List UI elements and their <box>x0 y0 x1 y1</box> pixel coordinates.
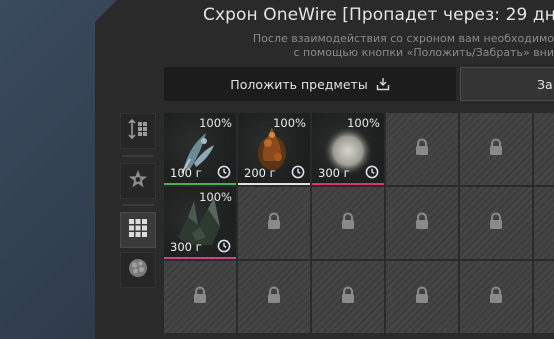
game-screen: Схрон OneWire [Пропадет через: 29 дн. По… <box>0 0 554 339</box>
lock-icon <box>414 286 430 308</box>
clock-icon <box>365 165 379 179</box>
lock-icon <box>266 212 282 234</box>
locked-slot <box>460 261 532 333</box>
clock-icon <box>291 165 305 179</box>
item-slot[interactable]: 100% 200 г <box>238 113 310 185</box>
clock-icon <box>217 239 231 253</box>
locked-slot <box>460 113 532 185</box>
take-items-label: За <box>537 76 553 92</box>
locked-slot <box>386 113 458 185</box>
stash-note-line-1: После взаимодействия со схроном вам необ… <box>252 32 554 45</box>
put-items-button[interactable]: Положить предметы <box>164 67 456 101</box>
take-items-button[interactable]: За <box>460 67 554 101</box>
sort-icon <box>127 118 149 144</box>
item-slot[interactable]: 100% 100 г <box>164 113 236 185</box>
sort-filter-button[interactable] <box>120 113 156 149</box>
filter-divider <box>122 204 154 206</box>
item-durability: 100% <box>347 116 380 130</box>
locked-slot <box>312 261 384 333</box>
favorites-filter-button[interactable] <box>120 163 156 199</box>
item-slot[interactable]: 100% 300 г <box>312 113 384 185</box>
locked-slot <box>312 187 384 259</box>
filter-divider <box>122 155 154 157</box>
all-items-filter-button[interactable] <box>120 212 156 248</box>
lock-icon <box>488 212 504 234</box>
star-icon <box>127 168 149 194</box>
stash-grid: 100% 100 г 100% 200 г 100% 300 г 100% 30… <box>164 113 554 333</box>
locked-slot <box>534 187 554 259</box>
put-items-label: Положить предметы <box>230 76 368 92</box>
lock-icon <box>488 138 504 160</box>
lock-icon <box>488 286 504 308</box>
lock-icon <box>266 286 282 308</box>
locked-slot <box>238 187 310 259</box>
grid-icon <box>127 217 149 243</box>
item-weight: 200 г <box>244 166 276 180</box>
item-weight: 300 г <box>170 240 202 254</box>
locked-slot <box>460 187 532 259</box>
locked-slot <box>534 113 554 185</box>
locked-slot <box>534 261 554 333</box>
download-icon <box>376 77 390 91</box>
item-durability: 100% <box>273 116 306 130</box>
locked-slot <box>386 261 458 333</box>
lock-icon <box>340 212 356 234</box>
item-durability: 100% <box>199 190 232 204</box>
item-weight: 100 г <box>170 166 202 180</box>
locked-slot <box>386 187 458 259</box>
lock-icon <box>414 212 430 234</box>
locked-slot <box>238 261 310 333</box>
locked-slot <box>164 261 236 333</box>
item-slot[interactable]: 100% 300 г <box>164 187 236 259</box>
stash-title: Схрон OneWire [Пропадет через: 29 дн. <box>203 5 554 25</box>
item-durability: 100% <box>199 116 232 130</box>
lock-icon <box>340 286 356 308</box>
clock-icon <box>217 165 231 179</box>
lock-icon <box>414 138 430 160</box>
artifact-icon <box>127 257 149 283</box>
stash-note-line-2: с помощью кнопки «Положить/Забрать» вни <box>293 46 554 59</box>
lock-icon <box>192 286 208 308</box>
artifacts-filter-button[interactable] <box>120 252 156 288</box>
item-weight: 300 г <box>318 166 350 180</box>
